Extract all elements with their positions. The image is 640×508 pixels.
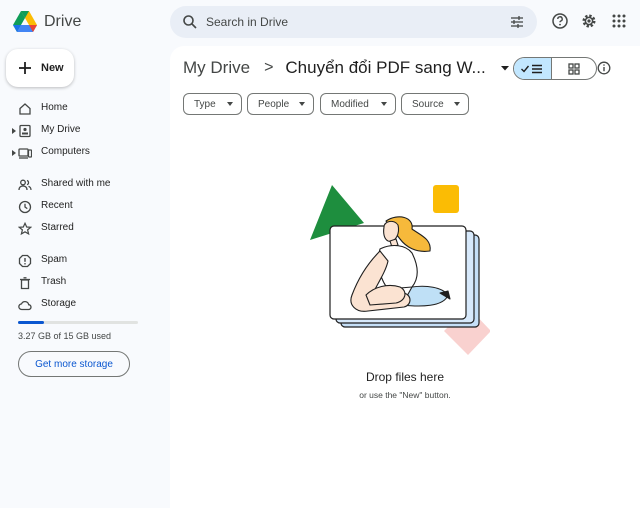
shared-people-icon <box>18 179 32 191</box>
sidebar-item-storage[interactable]: Storage <box>0 294 160 316</box>
sidebar-item-recent[interactable]: Recent <box>0 196 160 218</box>
storage-usage-bar <box>18 321 138 324</box>
filter-chip-label: Type <box>194 98 216 110</box>
expand-caret-icon[interactable] <box>11 149 17 157</box>
sidebar-item-label: My Drive <box>41 124 81 135</box>
filter-chip-type[interactable]: Type <box>183 93 242 115</box>
breadcrumb-current-folder[interactable]: Chuyển đổi PDF sang W... <box>285 58 485 78</box>
search-input[interactable] <box>206 12 496 32</box>
chevron-down-icon <box>454 102 460 106</box>
apps-grid-icon[interactable] <box>610 12 628 30</box>
grid-view-icon <box>568 62 580 75</box>
sidebar-item-starred[interactable]: Starred <box>0 218 160 240</box>
filter-chip-label: Source <box>412 98 444 110</box>
filter-chip-modified[interactable]: Modified <box>320 93 396 115</box>
sidebar-item-label: Trash <box>41 276 67 287</box>
breadcrumb-root[interactable]: My Drive <box>183 58 250 78</box>
sidebar-item-label: Starred <box>41 222 74 233</box>
new-button-label: New <box>41 62 64 74</box>
empty-state-illustration <box>310 185 490 355</box>
search-options-icon[interactable] <box>509 14 525 30</box>
empty-state-title: Drop files here <box>365 370 445 384</box>
star-icon <box>18 222 32 236</box>
get-more-storage-button[interactable]: Get more storage <box>18 351 130 377</box>
sidebar-item-home[interactable]: Home <box>0 98 160 120</box>
chevron-down-icon <box>381 102 387 106</box>
settings-icon[interactable] <box>580 12 598 30</box>
filter-chip-label: Modified <box>331 98 369 110</box>
home-icon <box>19 103 31 115</box>
drive-logo[interactable]: Drive <box>12 10 81 34</box>
sidebar-item-label: Home <box>41 102 68 113</box>
info-icon[interactable] <box>597 61 611 75</box>
storage-usage-fill <box>18 321 45 324</box>
view-toggle <box>513 57 597 80</box>
help-icon[interactable] <box>551 12 569 30</box>
breadcrumb: My Drive > Chuyển đổi PDF sang W... <box>183 58 510 78</box>
filter-chip-people[interactable]: People <box>247 93 314 115</box>
breadcrumb-separator: > <box>264 59 274 76</box>
search-bar[interactable] <box>170 6 537 38</box>
grid-view-button[interactable] <box>552 58 596 79</box>
app-name: Drive <box>44 13 82 30</box>
list-view-button[interactable] <box>514 58 552 79</box>
chevron-down-icon <box>299 102 305 106</box>
computers-icon <box>18 148 32 159</box>
chevron-down-icon <box>227 102 233 106</box>
storage-usage-text: 3.27 GB of 15 GB used <box>18 331 112 341</box>
sidebar-item-my-drive[interactable]: My Drive <box>0 120 160 142</box>
filter-chip-source[interactable]: Source <box>401 93 469 115</box>
sidebar-item-label: Storage <box>41 298 77 309</box>
expand-caret-icon[interactable] <box>11 127 17 135</box>
list-view-icon <box>520 64 542 73</box>
my-drive-icon <box>19 124 31 138</box>
sidebar-item-label: Spam <box>41 254 68 265</box>
sidebar-item-computers[interactable]: Computers <box>0 142 160 164</box>
spam-icon <box>18 254 32 268</box>
sidebar-item-label: Shared with me <box>41 178 111 189</box>
yellow-square-shape <box>433 185 459 213</box>
sidebar-item-label: Computers <box>41 146 90 157</box>
filter-chip-label: People <box>258 98 290 110</box>
cloud-icon <box>18 301 32 311</box>
plus-icon <box>19 62 31 74</box>
empty-state-subtitle: or use the "New" button. <box>359 390 451 400</box>
drive-logo-icon <box>13 11 37 32</box>
search-icon[interactable] <box>182 14 198 30</box>
main-panel: My Drive > Chuyển đổi PDF sang W... Type… <box>170 46 640 508</box>
sidebar-item-trash[interactable]: Trash <box>0 272 160 294</box>
folder-menu-dropdown-icon[interactable] <box>500 64 510 72</box>
new-button[interactable]: New <box>6 49 74 87</box>
clock-icon <box>18 200 32 214</box>
sidebar-item-shared[interactable]: Shared with me <box>0 174 160 196</box>
trash-icon <box>20 277 30 290</box>
sidebar-item-spam[interactable]: Spam <box>0 250 160 272</box>
sidebar-item-label: Recent <box>41 200 73 211</box>
